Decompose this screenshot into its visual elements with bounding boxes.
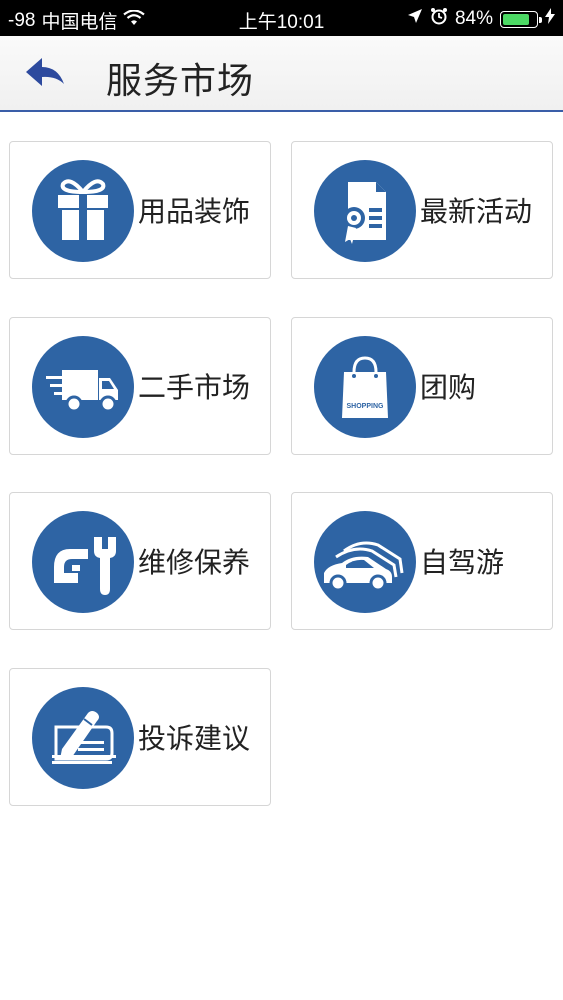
tile-self-drive-tour[interactable]: 自驾游 bbox=[291, 492, 553, 630]
certificate-icon bbox=[314, 160, 416, 262]
back-button[interactable] bbox=[22, 54, 70, 94]
tile-label: 团购 bbox=[420, 371, 477, 404]
shopping-bag-text: SHOPPING bbox=[347, 403, 385, 410]
cars-icon bbox=[314, 511, 416, 613]
back-arrow-icon bbox=[26, 58, 64, 86]
tile-label: 用品装饰 bbox=[138, 195, 251, 228]
tile-label: 维修保养 bbox=[138, 546, 251, 579]
tile-label: 二手市场 bbox=[138, 371, 251, 404]
delivery-truck-icon bbox=[32, 336, 134, 438]
tile-latest-events[interactable]: 最新活动 bbox=[291, 141, 553, 279]
battery-percent: 84% bbox=[454, 8, 493, 29]
tile-label: 最新活动 bbox=[420, 195, 533, 228]
charging-bolt-icon bbox=[545, 8, 555, 30]
battery-fill bbox=[503, 13, 529, 25]
location-arrow-icon bbox=[407, 8, 423, 30]
tile-label: 投诉建议 bbox=[138, 722, 251, 755]
repair-tools-icon bbox=[32, 511, 134, 613]
edit-note-icon bbox=[32, 687, 134, 789]
tile-maintenance[interactable]: 维修保养 bbox=[9, 492, 271, 630]
tile-label: 自驾游 bbox=[420, 546, 505, 579]
alarm-icon bbox=[430, 7, 448, 31]
tile-accessories[interactable]: 用品装饰 bbox=[9, 141, 271, 279]
gift-icon bbox=[32, 160, 134, 262]
shopping-bag-icon: SHOPPING bbox=[314, 336, 416, 438]
page-title: 服务市场 bbox=[106, 61, 255, 102]
nav-bar: 服务市场 bbox=[0, 36, 563, 112]
battery-icon bbox=[500, 10, 542, 28]
tile-group-buy[interactable]: SHOPPING 团购 bbox=[291, 317, 553, 455]
status-bar: -98 中国电信 上午10:01 84% bbox=[0, 0, 563, 36]
tile-complaints-suggestions[interactable]: 投诉建议 bbox=[9, 668, 271, 806]
tile-second-hand-market[interactable]: 二手市场 bbox=[9, 317, 271, 455]
